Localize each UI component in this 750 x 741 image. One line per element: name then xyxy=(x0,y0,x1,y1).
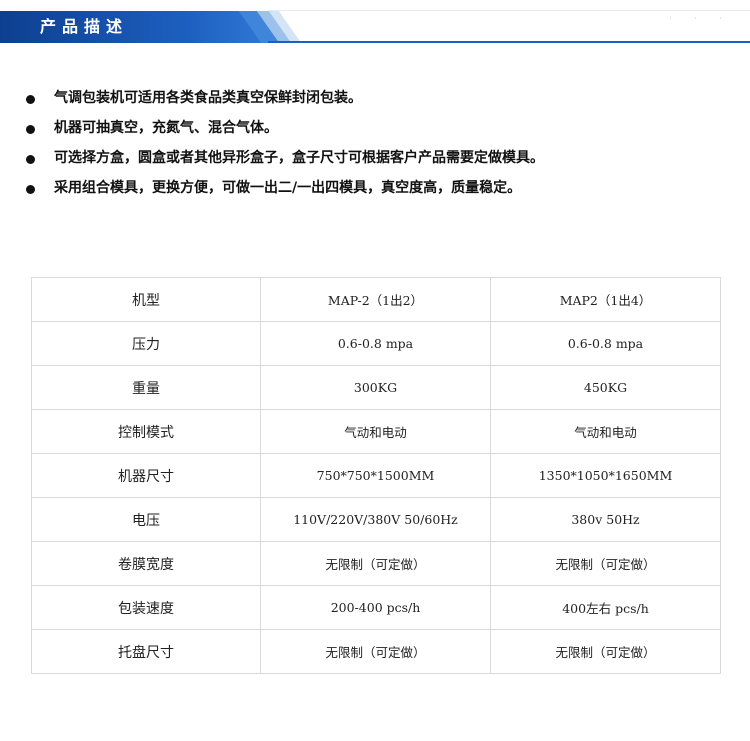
spec-label: 压力 xyxy=(31,321,261,366)
table-row: 包装速度 200-400 pcs/h 400左右 pcs/h xyxy=(31,585,721,630)
spec-value-model-b: 380v 50Hz xyxy=(490,497,721,542)
table-row: 卷膜宽度 无限制（可定做） 无限制（可定做） xyxy=(31,541,721,586)
table-row: 机型 MAP-2（1出2） MAP2（1出4） xyxy=(31,277,721,322)
spec-value-model-b: 0.6-0.8 mpa xyxy=(490,321,721,366)
feature-list: 气调包装机可适用各类食品类真空保鲜封闭包装。 机器可抽真空，充氮气、混合气体。 … xyxy=(24,86,724,206)
spec-value-model-a: 110V/220V/380V 50/60Hz xyxy=(260,497,491,542)
bullet-icon xyxy=(26,155,35,164)
spec-value-model-a: 无限制（可定做） xyxy=(260,541,491,586)
header-underline xyxy=(268,41,750,43)
spec-label: 包装速度 xyxy=(31,585,261,630)
feature-text: 可选择方盒，圆盒或者其他异形盒子，盒子尺寸可根据客户产品需要定做模具。 xyxy=(54,150,544,166)
feature-text: 机器可抽真空，充氮气、混合气体。 xyxy=(54,120,278,136)
spec-value-model-a: 200-400 pcs/h xyxy=(260,585,491,630)
spec-value-model-b: 450KG xyxy=(490,365,721,410)
bullet-icon xyxy=(26,95,35,104)
feature-text: 气调包装机可适用各类食品类真空保鲜封闭包装。 xyxy=(54,90,362,106)
spec-label: 卷膜宽度 xyxy=(31,541,261,586)
spec-value-model-b: 气动和电动 xyxy=(490,409,721,454)
table-row: 托盘尺寸 无限制（可定做） 无限制（可定做） xyxy=(31,629,721,674)
spec-label: 电压 xyxy=(31,497,261,542)
section-title: 产品描述 xyxy=(40,17,129,36)
list-item: 机器可抽真空，充氮气、混合气体。 xyxy=(24,116,724,146)
spec-label: 重量 xyxy=(31,365,261,410)
spec-value-model-b: MAP2（1出4） xyxy=(490,277,721,322)
table-row: 控制模式 气动和电动 气动和电动 xyxy=(31,409,721,454)
spec-value-model-b: 无限制（可定做） xyxy=(490,541,721,586)
spec-value-model-b: 无限制（可定做） xyxy=(490,629,721,674)
spec-value-model-a: 0.6-0.8 mpa xyxy=(260,321,491,366)
spec-table: 机型 MAP-2（1出2） MAP2（1出4） 压力 0.6-0.8 mpa 0… xyxy=(31,277,721,674)
spec-value-model-b: 400左右 pcs/h xyxy=(490,585,721,630)
header-decorative-dots: · · · xyxy=(669,14,732,23)
bullet-icon xyxy=(26,185,35,194)
spec-value-model-a: 无限制（可定做） xyxy=(260,629,491,674)
spec-value-model-a: 750*750*1500MM xyxy=(260,453,491,498)
spec-value-model-a: 300KG xyxy=(260,365,491,410)
spec-label: 机型 xyxy=(31,277,261,322)
list-item: 可选择方盒，圆盒或者其他异形盒子，盒子尺寸可根据客户产品需要定做模具。 xyxy=(24,146,724,176)
spec-label: 托盘尺寸 xyxy=(31,629,261,674)
section-header: 产品描述 · · · xyxy=(0,0,750,45)
table-row: 机器尺寸 750*750*1500MM 1350*1050*1650MM xyxy=(31,453,721,498)
list-item: 采用组合模具，更换方便，可做一出二/一出四模具，真空度高，质量稳定。 xyxy=(24,176,724,206)
table-row: 重量 300KG 450KG xyxy=(31,365,721,410)
spec-value-model-a: MAP-2（1出2） xyxy=(260,277,491,322)
table-row: 电压 110V/220V/380V 50/60Hz 380v 50Hz xyxy=(31,497,721,542)
header-top-line xyxy=(268,10,750,11)
spec-value-model-a: 气动和电动 xyxy=(260,409,491,454)
spec-label: 机器尺寸 xyxy=(31,453,261,498)
bullet-icon xyxy=(26,125,35,134)
spec-label: 控制模式 xyxy=(31,409,261,454)
list-item: 气调包装机可适用各类食品类真空保鲜封闭包装。 xyxy=(24,86,724,116)
spec-value-model-b: 1350*1050*1650MM xyxy=(490,453,721,498)
feature-text: 采用组合模具，更换方便，可做一出二/一出四模具，真空度高，质量稳定。 xyxy=(54,180,522,196)
table-row: 压力 0.6-0.8 mpa 0.6-0.8 mpa xyxy=(31,321,721,366)
